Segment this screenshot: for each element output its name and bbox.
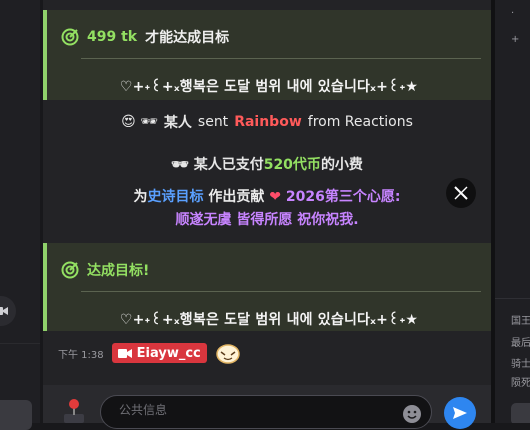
tip-line2-b: 作出贡献	[208, 189, 265, 205]
tip-message: 🕶 某人已支付520代币的小费 为史诗目标 作出贡献 ❤ 2026第三个心愿: …	[43, 150, 491, 235]
reaction-gift: Rainbow	[234, 114, 302, 130]
right-panel-line: 最后	[511, 338, 530, 349]
goal-divider	[81, 291, 481, 292]
right-panel-line: 陨死	[511, 378, 530, 389]
left-bottom-button[interactable]	[0, 400, 32, 430]
tip-line-1: 🕶 某人已支付520代币的小费	[43, 154, 491, 174]
right-panel-line: 骑士	[511, 359, 530, 370]
reaction-user[interactable]: 某人	[164, 112, 192, 132]
right-panel-line: 国王	[511, 316, 530, 327]
username: Eiayw_cc	[136, 345, 201, 361]
goal-header: 499 tk 才能达成目标	[61, 27, 229, 47]
goal-reached-card: 达成目标! ♡+˖꒰ּ+ₓ행복은 도달 범위 내에 있습니다ₓ+꒰ּ˖★	[43, 243, 491, 331]
left-panel	[0, 0, 40, 430]
tip-amount: 520代币	[263, 157, 321, 173]
reaction-suffix: from Reactions	[307, 114, 413, 130]
tip-line2-a: 为	[133, 189, 148, 205]
message-time: 下午 1:38	[58, 349, 104, 361]
reaction-emoji: 😍 🕶	[121, 114, 158, 130]
sticker-icon	[216, 344, 240, 364]
camera-button[interactable]	[0, 296, 16, 326]
goal-message: ♡+˖꒰ּ+ₓ행복은 도달 범위 내에 있습니다ₓ+꒰ּ˖★	[119, 79, 419, 95]
goal-amount: 499 tk	[87, 29, 138, 45]
tip-user-emoji: 🕶	[171, 157, 189, 173]
goal-progress-card: 499 tk 才能达成目标 ♡+˖꒰ּ+ₓ행복은 도달 범위 내에 있습니다ₓ+…	[43, 10, 491, 100]
goal-divider	[81, 58, 481, 59]
goal-label: 才能达成目标	[145, 30, 230, 46]
tip-goal-link[interactable]: 史诗目标	[148, 189, 204, 205]
goal-reached-label: 达成目标!	[87, 263, 150, 279]
chat-input[interactable]	[117, 402, 391, 418]
smile-icon[interactable]	[402, 404, 422, 424]
right-panel-mark: ·	[511, 8, 515, 19]
tip-user[interactable]: 某人	[194, 157, 222, 173]
send-button[interactable]	[444, 397, 476, 429]
x-share-button[interactable]	[446, 178, 476, 208]
x-logo-icon	[454, 186, 468, 200]
target-icon	[61, 28, 79, 46]
goal-message: ♡+˖꒰ּ+ₓ행복은 도달 범위 내에 있습니다ₓ+꒰ּ˖★	[119, 312, 419, 328]
send-icon	[453, 407, 467, 419]
goal-reached-header: 达成目标!	[61, 260, 149, 280]
reaction-verb: sent	[197, 114, 229, 130]
joystick-icon[interactable]	[60, 397, 88, 425]
tip-line-3: 顺遂无虞 皆得所愿 祝你祝我.	[175, 212, 359, 228]
right-panel: · + 国王 最后 骑士 陨死	[495, 0, 530, 423]
username-badge[interactable]: Eiayw_cc	[111, 343, 207, 363]
tip-line2-c: 2026第三个心愿:	[285, 189, 401, 205]
tip-line-2: 为史诗目标 作出贡献 ❤ 2026第三个心愿:	[43, 186, 491, 206]
tip-text-before: 已支付	[221, 157, 264, 173]
chat-message-row: 下午 1:38 Eiayw_cc	[58, 340, 241, 366]
gift-reaction-message: 😍 🕶 某人 sent Rainbow from Reactions	[43, 108, 491, 136]
target-icon	[61, 261, 79, 279]
right-panel-button[interactable]	[511, 403, 530, 423]
camera-icon	[0, 307, 8, 315]
heart-icon: ❤	[269, 189, 282, 205]
chat-input-field[interactable]	[100, 395, 432, 429]
right-panel-divider	[495, 298, 530, 299]
left-divider	[0, 343, 40, 344]
tip-text-after: 的小费	[320, 157, 363, 173]
camera-icon	[117, 348, 132, 358]
right-panel-mark: +	[511, 34, 520, 45]
